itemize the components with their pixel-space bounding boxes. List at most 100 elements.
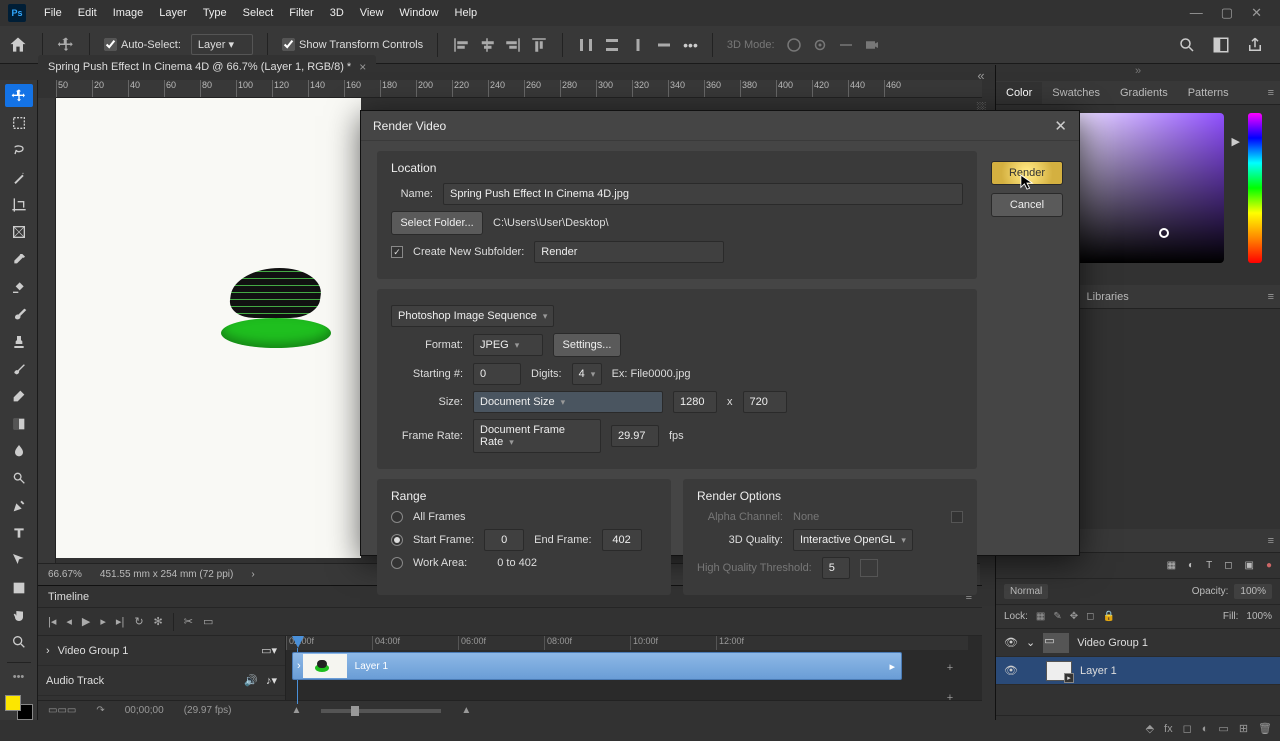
picker-indicator[interactable] [1159, 228, 1169, 238]
starting-input[interactable]: 0 [473, 363, 521, 385]
shape-tool[interactable] [5, 576, 33, 599]
menu-image[interactable]: Image [105, 3, 152, 23]
delete-layer-icon[interactable]: 🗑 [1258, 722, 1272, 735]
color-swatches[interactable] [5, 695, 33, 720]
show-transform-checkbox[interactable]: Show Transform Controls [282, 38, 423, 51]
group-icon[interactable]: ▭ [1218, 722, 1228, 735]
more-options-icon[interactable]: ••• [683, 37, 698, 53]
gradient-tool[interactable] [5, 412, 33, 435]
lock-all-icon[interactable]: 🔒 [1102, 611, 1114, 622]
adjustment-layer-icon[interactable]: ◐ [1202, 723, 1209, 735]
filter-dot-icon[interactable]: ● [1266, 560, 1272, 571]
expand-icon[interactable]: › [46, 645, 50, 657]
edit-toolbar-icon[interactable]: ••• [13, 671, 25, 683]
layer-mask-icon[interactable]: ◻ [1183, 722, 1192, 735]
opacity-input[interactable]: 100% [1234, 584, 1272, 599]
lasso-tool[interactable] [5, 139, 33, 162]
subfolder-input[interactable]: Render [534, 241, 724, 263]
select-folder-button[interactable]: Select Folder... [391, 211, 483, 235]
tab-patterns[interactable]: Patterns [1178, 82, 1239, 104]
tab-swatches[interactable]: Swatches [1042, 82, 1110, 104]
visibility-icon[interactable]: 👁 [1004, 664, 1018, 677]
hand-tool[interactable] [5, 603, 33, 626]
wand-tool[interactable] [5, 166, 33, 189]
align-top-icon[interactable] [530, 36, 548, 54]
distribute-4-icon[interactable] [655, 36, 673, 54]
document-tab[interactable]: Spring Push Effect In Cinema 4D @ 66.7% … [38, 55, 376, 79]
render-button[interactable]: Render [991, 161, 1063, 185]
share-icon[interactable] [1246, 36, 1264, 54]
menu-select[interactable]: Select [235, 3, 282, 23]
time-ruler[interactable]: 02:00f 04:00f 06:00f 08:00f 10:00f 12:00… [286, 636, 982, 650]
menu-edit[interactable]: Edit [70, 3, 105, 23]
zoom-out-icon[interactable]: ▲ [292, 705, 302, 716]
zoom-in-icon[interactable]: ▲ [461, 705, 471, 716]
menu-filter[interactable]: Filter [281, 3, 321, 23]
goto-start-icon[interactable]: |◂ [48, 615, 56, 628]
picker-arrow-icon[interactable]: ▶ [1232, 135, 1240, 148]
expand-group-icon[interactable]: ⌄ [1026, 636, 1035, 649]
end-frame-input[interactable]: 402 [602, 529, 642, 551]
workspace-icon[interactable] [1212, 36, 1230, 54]
hue-slider[interactable] [1248, 113, 1262, 263]
type-tool[interactable] [5, 521, 33, 544]
color-panel-menu-icon[interactable]: ≡ [1262, 87, 1280, 99]
align-center-h-icon[interactable] [478, 36, 496, 54]
loop-icon[interactable]: ↻ [134, 615, 143, 628]
zoom-tool[interactable] [5, 631, 33, 654]
layer-layer1[interactable]: 👁 ▸ Layer 1 [996, 657, 1280, 685]
work-area-radio[interactable] [391, 557, 403, 569]
timeline-settings-icon[interactable]: ✻ [154, 615, 163, 628]
audio-note-icon[interactable]: ♪▾ [266, 674, 277, 687]
distribute-1-icon[interactable] [577, 36, 595, 54]
transition-icon[interactable]: ▭ [203, 615, 213, 628]
brush-tool[interactable] [5, 303, 33, 326]
blur-tool[interactable] [5, 439, 33, 462]
lock-transparency-icon[interactable]: ▦ [1036, 611, 1045, 622]
distribute-2-icon[interactable] [603, 36, 621, 54]
create-subfolder-checkbox[interactable]: ✓ [391, 246, 403, 258]
collapse-right-icon[interactable]: » [1135, 65, 1141, 81]
maximize-icon[interactable]: ▢ [1221, 5, 1233, 21]
clip-end-icon[interactable]: ▸ [889, 660, 895, 673]
auto-select-checkbox[interactable]: Auto-Select: [104, 38, 181, 51]
tab-gradients[interactable]: Gradients [1110, 82, 1178, 104]
name-input[interactable]: Spring Push Effect In Cinema 4D.jpg [443, 183, 963, 205]
timeline-frames-icon[interactable]: ▭▭▭ [48, 705, 76, 716]
track-film-icon[interactable]: ▭▾ [261, 644, 277, 657]
split-clip-icon[interactable]: ✂ [184, 615, 193, 628]
fill-input[interactable]: 100% [1246, 611, 1272, 622]
framerate-select[interactable]: Document Frame Rate [473, 419, 601, 453]
tab-color[interactable]: Color [996, 82, 1042, 104]
filter-type-icon[interactable]: T [1206, 560, 1212, 571]
next-frame-icon[interactable]: ▸ [100, 615, 106, 628]
crop-tool[interactable] [5, 193, 33, 216]
clip-expand-icon[interactable]: › [297, 660, 301, 672]
all-frames-radio[interactable] [391, 511, 403, 523]
distribute-3-icon[interactable] [629, 36, 647, 54]
add-audio-track-icon[interactable]: + [940, 684, 960, 712]
dodge-tool[interactable] [5, 467, 33, 490]
lock-artboard-icon[interactable]: ◻ [1086, 611, 1094, 622]
menu-help[interactable]: Help [447, 3, 486, 23]
filter-adj-icon[interactable]: ◐ [1188, 560, 1194, 571]
close-doc-icon[interactable]: × [359, 60, 366, 74]
align-left-icon[interactable] [452, 36, 470, 54]
filter-shape-icon[interactable]: ◻ [1224, 560, 1232, 571]
menu-window[interactable]: Window [391, 3, 446, 23]
lock-position-icon[interactable]: ✥ [1070, 611, 1078, 622]
video-group-track[interactable]: › Video Group 1 ▭▾ [38, 636, 285, 666]
size-select[interactable]: Document Size [473, 391, 663, 413]
dialog-close-icon[interactable]: ✕ [1054, 117, 1067, 135]
mute-icon[interactable]: 🔊 [244, 674, 258, 687]
menu-view[interactable]: View [352, 3, 392, 23]
zoom-level[interactable]: 66.67% [48, 569, 82, 580]
prev-frame-icon[interactable]: ◂ [66, 615, 72, 628]
adobe-encoder-select[interactable]: Photoshop Image Sequence [391, 305, 554, 327]
timeline-render-icon[interactable]: ↷ [96, 705, 104, 716]
video-clip[interactable]: › Layer 1 ▸ [292, 652, 902, 680]
link-layers-icon[interactable]: ⬘ [1146, 722, 1154, 735]
search-icon[interactable] [1178, 36, 1196, 54]
audio-track[interactable]: Audio Track 🔊 ♪▾ [38, 666, 285, 696]
align-right-icon[interactable] [504, 36, 522, 54]
